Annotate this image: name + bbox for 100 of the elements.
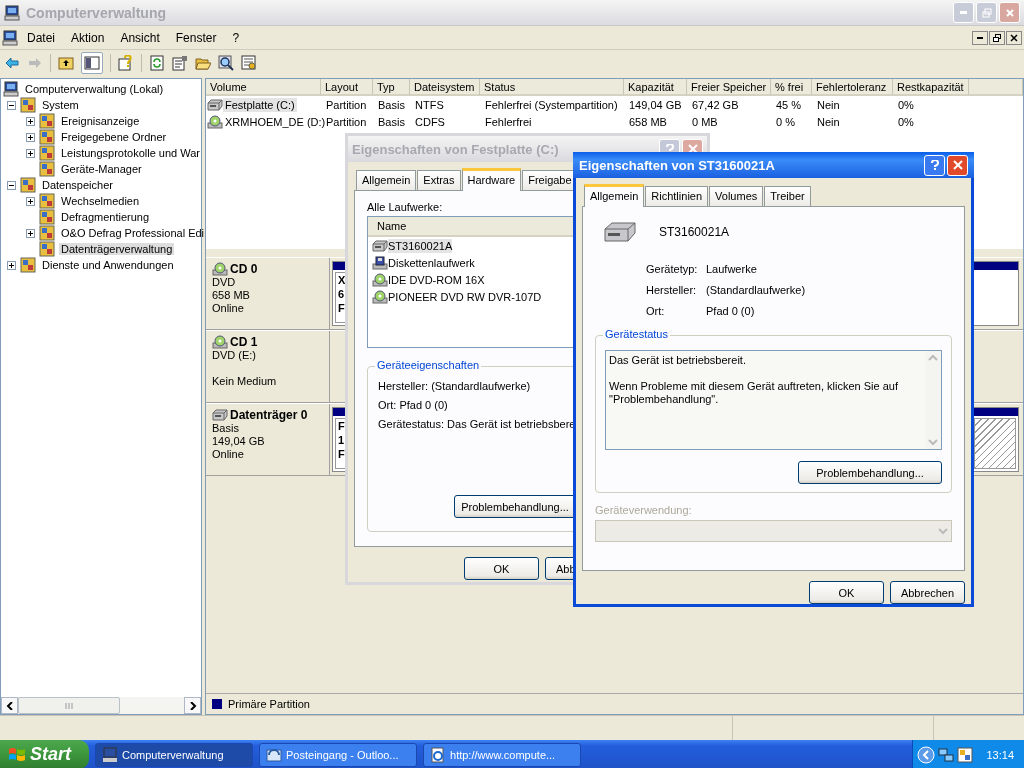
tree-item[interactable]: Leistungsprotokolle und War <box>59 147 202 159</box>
legend-label: Primäre Partition <box>228 698 310 710</box>
tree-item[interactable]: System <box>40 99 81 111</box>
expand-toggle[interactable] <box>26 132 35 142</box>
folder-up-icon[interactable] <box>58 55 74 71</box>
column-header[interactable]: Kapazität <box>624 79 687 96</box>
magnifier-icon[interactable] <box>218 55 234 71</box>
list-item[interactable]: ST3160021A <box>388 238 453 253</box>
minimize-icon <box>977 36 983 39</box>
help-icon[interactable] <box>118 55 134 71</box>
list-item[interactable]: IDE DVD-ROM 16X <box>388 272 485 287</box>
scrollbar-thumb[interactable] <box>18 697 120 714</box>
chevron-left-icon[interactable] <box>917 745 936 764</box>
disk-type: DVD <box>212 276 237 289</box>
collapse-toggle[interactable] <box>7 180 16 190</box>
tree-item[interactable]: Wechselmedien <box>59 195 142 207</box>
table-cell-text: Basis <box>377 98 406 111</box>
disk-status: Kein Medium <box>212 375 278 388</box>
open-folder-icon[interactable] <box>195 55 211 71</box>
scroll-right-button[interactable] <box>184 697 201 714</box>
minimize-button[interactable] <box>972 30 988 45</box>
table-cell-text: Nein <box>816 115 841 128</box>
expand-toggle[interactable] <box>26 196 35 206</box>
scroll-left-button[interactable] <box>1 697 18 714</box>
tab[interactable]: Extras <box>417 170 461 190</box>
tab[interactable]: Richtlinien <box>645 186 709 206</box>
table-cell[interactable]: Festplatte (C:) <box>223 97 297 112</box>
disc-drive-icon <box>212 335 228 349</box>
menu-item[interactable]: Fenster <box>168 28 224 47</box>
column-header[interactable]: Status <box>480 79 624 96</box>
list-item[interactable]: PIONEER DVD RW DVR-107D <box>388 289 542 304</box>
menu-item[interactable]: Datei <box>20 28 62 47</box>
properties-icon[interactable] <box>172 55 188 71</box>
network-icon[interactable] <box>938 746 955 763</box>
tree-item[interactable]: O&O Defrag Professional Edi <box>59 227 207 239</box>
tile-icon <box>39 241 55 257</box>
table-cell-text: Fehlerfrei <box>484 115 533 128</box>
restore-button[interactable] <box>989 30 1005 45</box>
restore-icon <box>993 33 1001 42</box>
taskbar-button[interactable]: Posteingang - Outloo... <box>259 742 417 767</box>
window-title: Computerverwaltung <box>26 4 166 21</box>
scroll-down-icon <box>928 438 938 446</box>
close-button[interactable] <box>1006 30 1022 45</box>
taskbar-button[interactable]: Computerverwaltung <box>95 742 253 767</box>
tree-item[interactable]: Freigegebene Ordner <box>59 131 169 143</box>
expand-toggle[interactable] <box>26 228 35 238</box>
partition-text: F <box>338 447 346 461</box>
start-button[interactable]: Start <box>0 740 89 768</box>
taskbar-button[interactable]: http://www.compute... <box>423 742 581 767</box>
tree-item[interactable]: Computerverwaltung (Lokal) <box>23 83 166 95</box>
group-title: Geräteeigenschaften <box>375 359 482 371</box>
table-cell[interactable]: XRMHOEM_DE (D:) <box>223 114 328 129</box>
expand-toggle[interactable] <box>26 116 35 126</box>
column-header[interactable]: Freier Speicher <box>687 79 771 96</box>
hard-drive-icon <box>207 98 223 111</box>
tab[interactable]: Allgemein <box>356 170 417 190</box>
expand-toggle[interactable] <box>7 260 16 270</box>
menu-item[interactable]: Aktion <box>64 28 112 47</box>
tree-item[interactable]: Geräte-Manager <box>59 163 144 175</box>
property-label: Hersteller: <box>646 284 698 296</box>
usage-label: Geräteverwendung: <box>595 504 693 516</box>
column-header[interactable]: Volume <box>206 79 321 96</box>
menu-item[interactable]: ? <box>225 28 247 47</box>
tab[interactable]: Volumes <box>709 186 764 206</box>
list-item[interactable]: Diskettenlaufwerk <box>388 255 475 270</box>
menu-item[interactable]: Ansicht <box>113 28 167 47</box>
troubleshoot-button[interactable]: Problembehandlung... <box>454 495 576 518</box>
settings-icon[interactable] <box>241 55 257 71</box>
window-tiles-icon[interactable] <box>957 746 974 763</box>
partition-text: F <box>338 419 346 433</box>
ok-button[interactable]: OK <box>809 581 884 604</box>
column-header[interactable]: Fehlertoleranz <box>812 79 893 96</box>
tree-item[interactable]: Defragmentierung <box>59 211 152 223</box>
column-header[interactable]: Typ <box>373 79 410 96</box>
collapse-toggle[interactable] <box>7 100 16 110</box>
close-icon <box>1010 33 1018 42</box>
column-header[interactable]: % frei <box>771 79 812 96</box>
close-icon <box>687 144 698 154</box>
column-header[interactable]: Dateisystem <box>410 79 480 96</box>
ok-button[interactable]: OK <box>464 557 539 580</box>
column-header[interactable]: Layout <box>321 79 373 96</box>
table-cell-text: 0 MB <box>691 115 719 128</box>
tree-item[interactable]: Datenträgerverwaltung <box>59 243 175 255</box>
cancel-button[interactable]: Abbrechen <box>890 581 965 604</box>
tab[interactable]: Hardware <box>461 168 522 191</box>
tree-item[interactable]: Ereignisanzeige <box>59 115 142 127</box>
help-button[interactable] <box>924 154 945 176</box>
column-header[interactable]: Restkapazität <box>893 79 969 96</box>
tab[interactable]: Allgemein <box>584 184 645 207</box>
tree-pane-icon[interactable] <box>84 55 100 71</box>
table-cell-text: 0% <box>897 115 915 128</box>
disc-drive-icon <box>372 272 388 287</box>
expand-toggle[interactable] <box>26 148 35 158</box>
back-arrow-icon[interactable] <box>4 55 20 71</box>
disk-size: 149,04 GB <box>212 435 266 448</box>
tree-item[interactable]: Dienste und Anwendungen <box>40 259 176 271</box>
tab[interactable]: Treiber <box>764 186 811 206</box>
refresh-icon[interactable] <box>149 55 165 71</box>
troubleshoot-button[interactable]: Problembehandlung... <box>798 461 942 484</box>
tree-item[interactable]: Datenspeicher <box>40 179 115 191</box>
